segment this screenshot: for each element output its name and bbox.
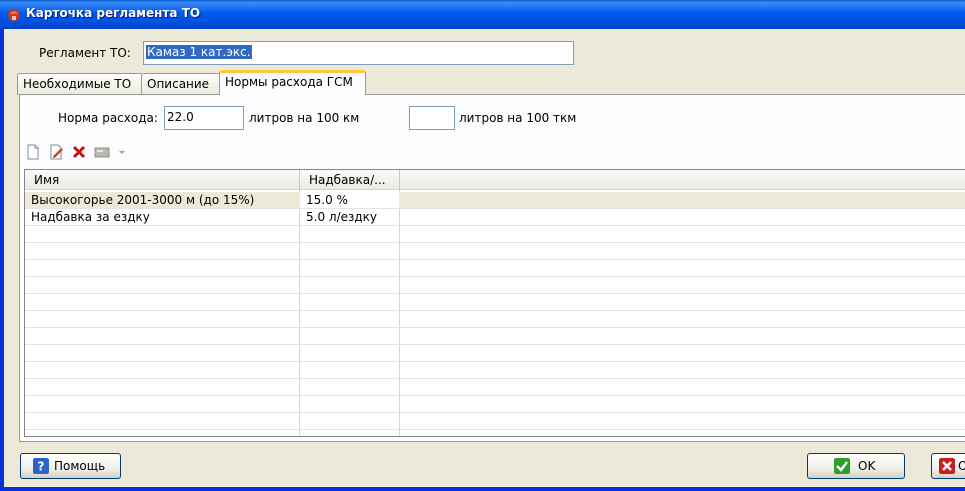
rate-value: 22.0 [167,110,194,124]
dialog-window: Карточка регламента ТО Регламент ТО: Кам… [0,0,965,491]
new-doc-icon[interactable] [25,144,41,160]
empty-row [25,379,965,396]
tab-fuel-norms[interactable]: Нормы расхода ГСМ [219,70,366,95]
unit-tkm-label: литров на 100 ткм [459,111,577,125]
tab-label: Описание [147,77,210,91]
delete-icon[interactable] [71,144,87,160]
tab-label: Нормы расхода ГСМ [225,75,353,89]
edit-doc-icon[interactable] [48,144,64,160]
tab-label: Необходимые ТО [23,77,132,91]
window-title: Карточка регламента ТО [26,6,201,20]
svg-text:?: ? [38,460,45,474]
table-header: Имя Надбавка/... [25,170,965,190]
help-button[interactable]: ? Помощь [20,453,121,479]
close-icon [939,458,955,474]
tab-required-to[interactable]: Необходимые ТО [17,73,143,95]
empty-row [25,362,965,379]
empty-row [25,311,965,328]
cell-surcharge: 15.0 % [300,192,399,208]
column-header-surcharge[interactable]: Надбавка/... [300,170,400,190]
reglament-input[interactable]: Камаз 1 кат.экс. [143,41,574,65]
app-icon [8,9,20,21]
table-row[interactable]: Надбавка за ездку 5.0 л/ездку [25,209,965,226]
cancel-label: О [958,459,965,473]
empty-row [25,413,965,430]
table-row[interactable]: Высокогорье 2001-3000 м (до 15%) 15.0 % [25,192,965,209]
help-label: Помощь [54,459,106,473]
reglament-label: Регламент ТО: [39,46,131,60]
tkm-input[interactable] [409,106,455,130]
column-label: Надбавка/... [309,173,386,187]
rate-label: Норма расхода: [58,111,158,125]
ok-label: OK [858,459,876,473]
rate-input[interactable]: 22.0 [164,106,244,130]
empty-row [25,260,965,277]
empty-row [25,396,965,413]
empty-row [25,328,965,345]
empty-row [25,226,965,243]
column-label: Имя [34,173,60,187]
column-header-name[interactable]: Имя [25,170,300,190]
surcharge-table[interactable]: Имя Надбавка/... Высокогорье 2001-3000 м… [24,169,965,437]
title-bar[interactable]: Карточка регламента ТО [0,0,965,29]
cell-name: Надбавка за ездку [31,210,150,224]
empty-row [25,277,965,294]
dropdown-arrow-icon[interactable] [118,144,126,160]
cell-surcharge: 5.0 л/ездку [306,210,378,224]
ok-button[interactable]: OK [807,453,905,479]
reglament-value: Камаз 1 кат.экс. [146,45,252,59]
cell-name: Высокогорье 2001-3000 м (до 15%) [31,193,255,207]
help-icon: ? [33,458,49,474]
text-field-icon[interactable] [94,144,110,160]
empty-row [25,243,965,260]
empty-row [25,294,965,311]
tab-description[interactable]: Описание [141,73,221,95]
cancel-button[interactable]: О [931,453,965,479]
unit-km-label: литров на 100 км [249,111,360,125]
empty-row [25,345,965,362]
check-icon [834,458,850,474]
